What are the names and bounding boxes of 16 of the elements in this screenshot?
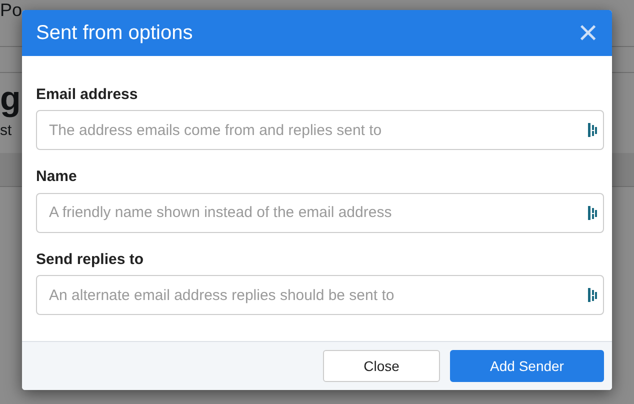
password-manager-icon[interactable] <box>588 123 598 138</box>
dialog-title: Sent from options <box>36 20 193 45</box>
field-label: Name <box>36 167 77 188</box>
close-button[interactable]: × <box>578 16 598 50</box>
close-button[interactable]: Close <box>323 350 440 382</box>
password-manager-icon[interactable] <box>588 288 598 302</box>
field-label: Send replies to <box>36 250 144 270</box>
input-field[interactable]: An alternate email address replies should be sent to <box>36 275 604 316</box>
page-subtitle: st <box>0 121 12 142</box>
page-heading: g <box>0 81 21 118</box>
field-label: Email address <box>36 84 138 105</box>
add-button[interactable]: Add Sender <box>450 350 604 382</box>
password-manager-icon[interactable] <box>588 206 598 220</box>
user-name: Po <box>0 1 22 21</box>
input-field[interactable]: The address emails come from and replies sent to <box>36 110 604 150</box>
input-field[interactable]: A friendly name shown instead of the email address <box>36 192 604 233</box>
